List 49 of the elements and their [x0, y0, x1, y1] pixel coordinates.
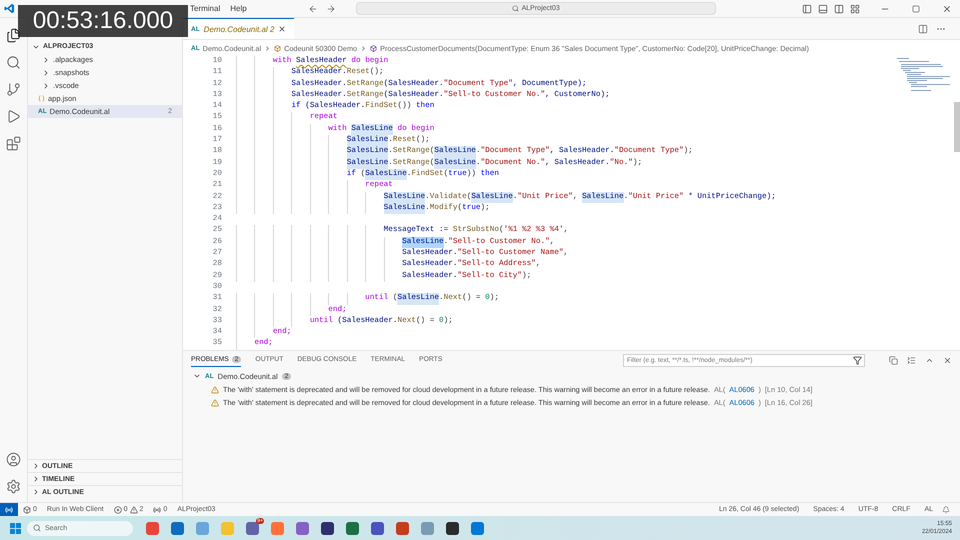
- chevron-icon: [264, 44, 272, 52]
- minimap-drawing: [895, 56, 950, 92]
- panel-toggle-icon[interactable]: [818, 4, 828, 14]
- warning-icon: [130, 506, 138, 514]
- start-icon[interactable]: [10, 522, 21, 534]
- warning-icon: [211, 386, 219, 394]
- back-arrow-icon[interactable]: [308, 4, 318, 14]
- layout-grid-icon[interactable]: [850, 4, 860, 14]
- close-icon[interactable]: [943, 356, 952, 364]
- app-icon[interactable]: [346, 522, 359, 534]
- app-logo-icon: [4, 3, 15, 14]
- copy-icon[interactable]: [889, 356, 898, 364]
- settings-icon[interactable]: [6, 479, 21, 494]
- chevron-icon: [360, 44, 368, 52]
- source-control-icon[interactable]: [6, 82, 21, 97]
- collapse-all-icon[interactable]: [907, 356, 916, 364]
- close-icon[interactable]: [278, 25, 286, 33]
- restore-icon[interactable]: [912, 4, 920, 12]
- extensions-icon[interactable]: [6, 136, 21, 151]
- app-icon[interactable]: [321, 522, 334, 534]
- package-icon: [23, 506, 31, 514]
- json-file-icon: [38, 95, 45, 102]
- split-layout-icon[interactable]: [834, 4, 844, 14]
- timer-overlay: 00:53:16.000: [18, 5, 188, 37]
- split-editor-icon[interactable]: [918, 24, 928, 34]
- search-icon: [512, 5, 519, 12]
- search-icon: [33, 524, 41, 532]
- files-icon[interactable]: [6, 28, 21, 43]
- antenna-icon: [153, 506, 162, 514]
- remote-button[interactable]: [0, 503, 18, 516]
- close-icon[interactable]: [942, 4, 952, 14]
- filter-icon[interactable]: [853, 356, 862, 364]
- app-icon[interactable]: [446, 522, 459, 534]
- app-icon[interactable]: [371, 522, 384, 534]
- forward-arrow-icon[interactable]: [326, 4, 336, 14]
- error-icon: [114, 506, 122, 514]
- cube-icon: [274, 44, 282, 52]
- scrollbar-thumb[interactable]: [954, 102, 960, 152]
- account-icon[interactable]: [6, 452, 21, 467]
- remote-icon: [5, 506, 13, 514]
- search-icon[interactable]: [6, 55, 21, 70]
- menu-item[interactable]: Help: [225, 4, 252, 13]
- run-debug-icon[interactable]: [6, 109, 21, 124]
- warning-icon: [211, 398, 219, 406]
- menu-item[interactable]: Terminal: [185, 4, 226, 13]
- notifications-icon[interactable]: [942, 506, 950, 514]
- cube-icon: [370, 44, 378, 52]
- sidebar-toggle-icon[interactable]: [802, 4, 812, 14]
- chevron-icon: [193, 372, 201, 380]
